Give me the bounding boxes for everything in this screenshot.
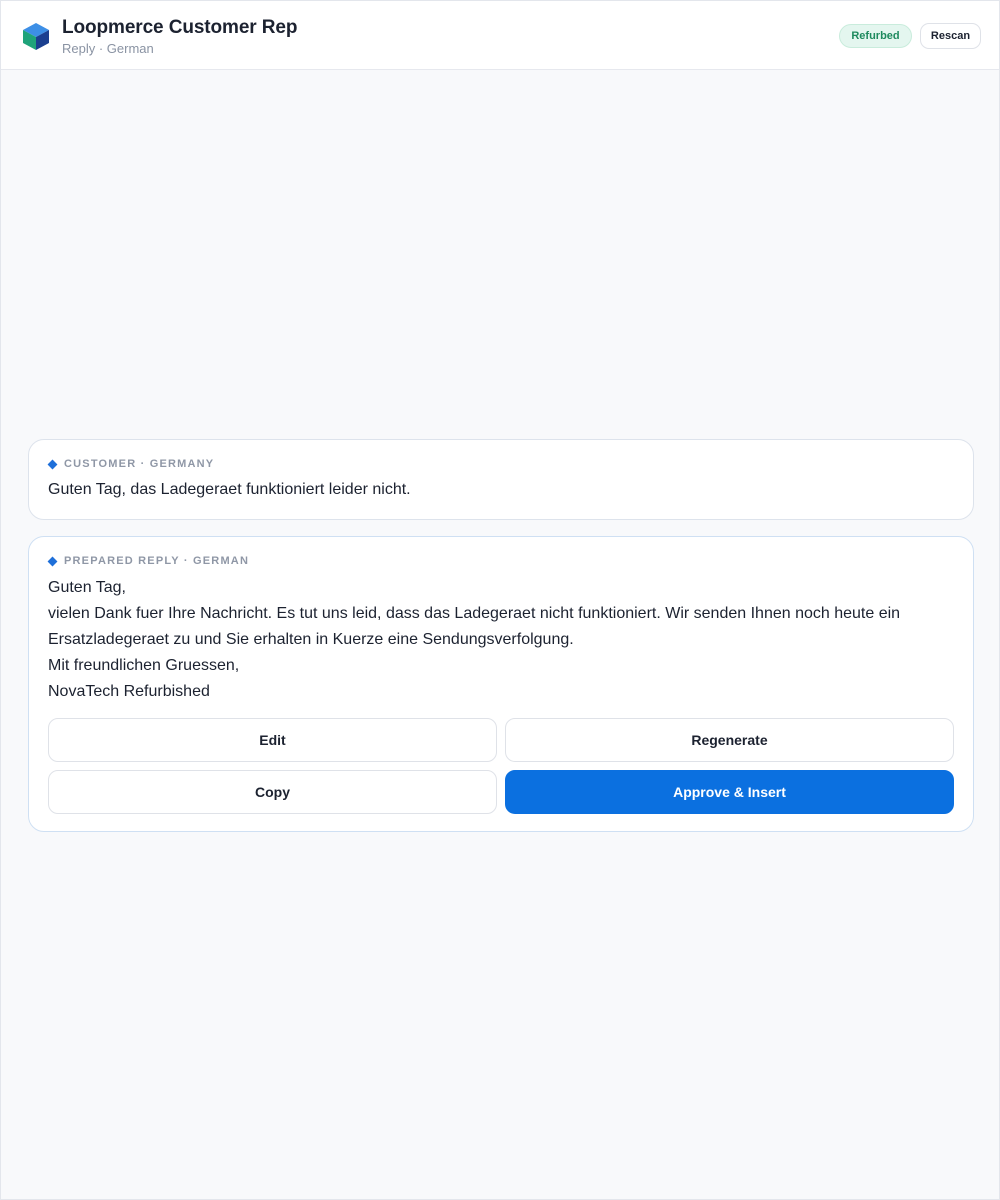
cube-logo-icon <box>23 23 49 50</box>
copy-button[interactable]: Copy <box>48 770 497 814</box>
diamond-icon <box>47 459 58 469</box>
app-frame: Loopmerce Customer Rep Reply · German Re… <box>0 0 1000 1200</box>
reply-line: vielen Dank fuer Ihre Nachricht. Es tut … <box>48 605 901 648</box>
customer-label: CUSTOMER · GERMANY <box>64 458 215 470</box>
edit-button[interactable]: Edit <box>48 718 497 762</box>
diamond-icon <box>47 556 58 566</box>
reply-text: Guten Tag, vielen Dank fuer Ihre Nachric… <box>48 575 948 705</box>
prepared-reply-card: PREPARED REPLY · GERMAN Guten Tag, viele… <box>28 536 974 832</box>
header-bar: Loopmerce Customer Rep Reply · German Re… <box>1 1 999 70</box>
approve-insert-button[interactable]: Approve & Insert <box>505 770 954 814</box>
store-badge: Refurbed <box>839 24 912 48</box>
app-subtitle: Reply · German <box>62 41 154 56</box>
reply-label: PREPARED REPLY · GERMAN <box>64 555 250 567</box>
reply-line: Guten Tag, <box>48 579 126 596</box>
rescan-button[interactable]: Rescan <box>920 23 981 49</box>
customer-message-card: CUSTOMER · GERMANY Guten Tag, das Ladege… <box>28 439 974 520</box>
app-title: Loopmerce Customer Rep <box>62 17 298 38</box>
regenerate-button[interactable]: Regenerate <box>505 718 954 762</box>
customer-message: Guten Tag, das Ladegeraet funktioniert l… <box>48 481 411 498</box>
reply-label-row: PREPARED REPLY · GERMAN <box>47 555 250 567</box>
reply-line: Mit freundlichen Gruessen, <box>48 657 240 674</box>
customer-label-row: CUSTOMER · GERMANY <box>47 458 215 470</box>
reply-line: NovaTech Refurbished <box>48 683 210 700</box>
